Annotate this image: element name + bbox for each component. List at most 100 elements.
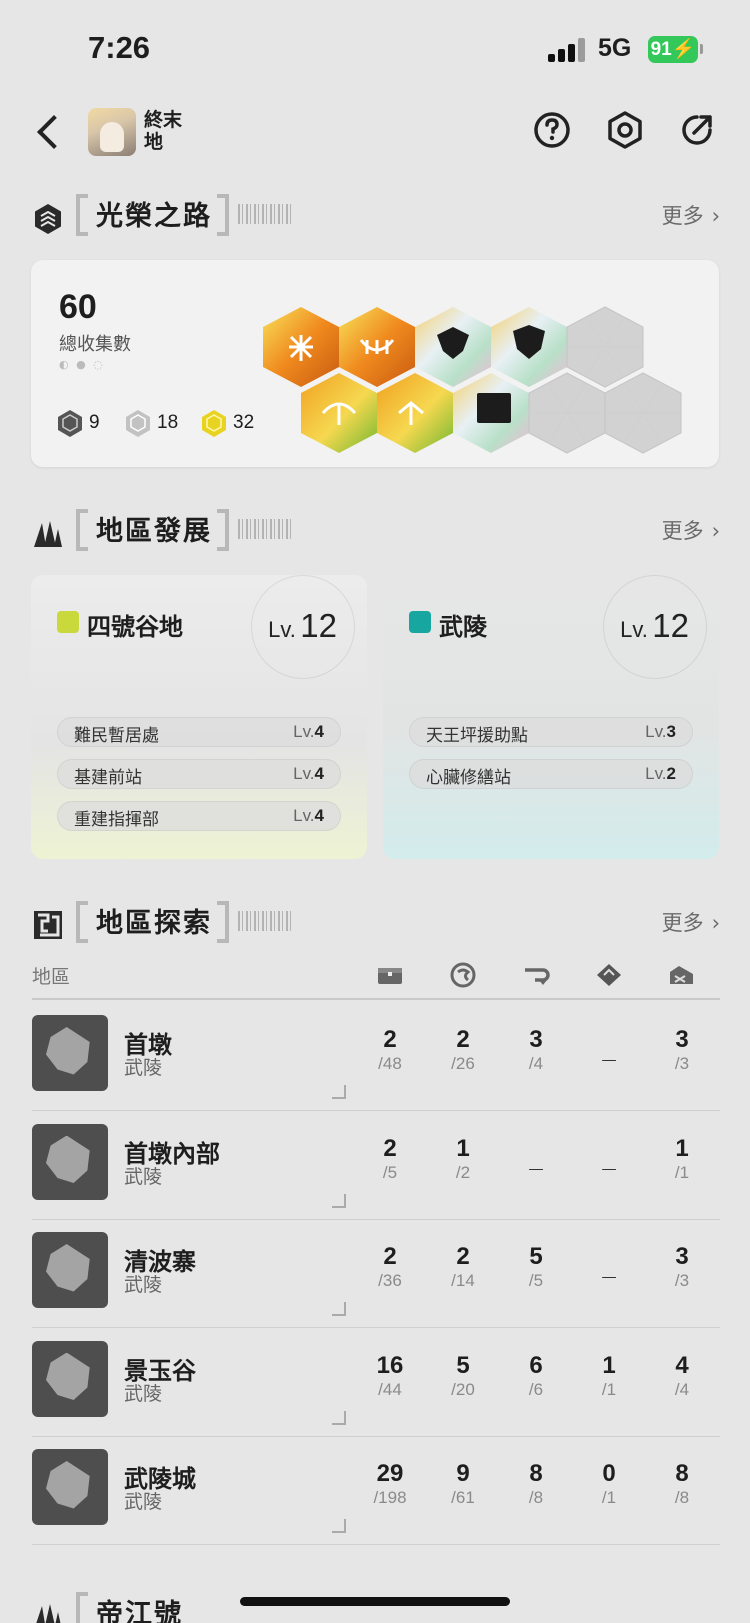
stat-total-value: 3 (679, 1054, 690, 1073)
settings-icon (608, 111, 642, 149)
stat-total: /20 (451, 1379, 475, 1399)
battery-icon: 91⚡ (648, 36, 698, 63)
valley-region-icon (57, 611, 79, 633)
stat-total: /3 (674, 1271, 690, 1290)
region-card-valley4[interactable]: 四號谷地 Lv. 12 難民暫居處 Lv.4 基建前站 Lv.4 重建指揮部 Lv.4 (31, 575, 367, 859)
area-row[interactable]: 清波寨 武陵 2/36 2/14 5/5 _ 3/3 (32, 1220, 720, 1328)
stat-collected: 2 (383, 1134, 397, 1162)
area-row[interactable]: 武陵城 武陵 29/198 9/61 8/8 0/1 8/8 (32, 1437, 720, 1545)
area-region: 武陵 (124, 1057, 163, 1079)
stat-total: /1 (674, 1162, 690, 1182)
glory-card[interactable]: 60 總收集數 ◐ ● ◌ 9 18 32 (31, 260, 719, 467)
area-region: 武陵 (124, 1382, 163, 1405)
facility-level: Lv.2 (645, 764, 676, 784)
settings-button[interactable] (605, 110, 645, 150)
development-more-link[interactable]: 更多 (662, 515, 720, 545)
stat-total: /44 (378, 1379, 402, 1399)
stat-collected: 2 (383, 1026, 397, 1053)
area-row[interactable]: 首墩內部 武陵 2/5 1/2 _ _ 1/1 (32, 1112, 720, 1220)
area-stat: 3/3 (652, 1244, 712, 1292)
stat-empty: _ (602, 1254, 616, 1281)
glory-icon (35, 204, 61, 234)
region-card-wuling[interactable]: 武陵 Lv. 12 天王坪援助點 Lv.3 心臟修繕站 Lv.2 (383, 575, 719, 859)
medal-gold: 32 (201, 408, 254, 438)
help-button[interactable] (532, 110, 572, 150)
area-row[interactable]: 首墩 武陵 2/48 2/26 3/4 _ 3/3 (32, 1003, 720, 1111)
stat-total-value: 26 (455, 1054, 475, 1073)
area-stat: 2/5 (360, 1134, 420, 1184)
area-stat: 4/4 (652, 1352, 712, 1401)
diamond-icon (594, 962, 624, 988)
facility-level-value: 3 (666, 722, 676, 741)
area-stat: 2/26 (433, 1027, 493, 1075)
stat-total: /14 (451, 1271, 475, 1290)
stat-total-value: 4 (679, 1379, 690, 1399)
stat-total: /6 (528, 1379, 544, 1399)
area-stat: 3/4 (506, 1027, 566, 1075)
silver-medal-icon (126, 410, 150, 437)
share-button[interactable] (677, 110, 717, 150)
stat-collected: 2 (456, 1243, 470, 1270)
top-navigation: 終末地 (0, 100, 750, 170)
area-stat: 5/20 (433, 1352, 493, 1401)
region-level-value: 12 (652, 607, 689, 644)
stat-total: /5 (528, 1271, 544, 1290)
stat-total-value: 8 (533, 1488, 544, 1507)
exploration-icon (34, 911, 62, 939)
medal-bronze: 9 (57, 408, 100, 438)
region-name: 武陵 (439, 613, 487, 641)
stat-total: /8 (528, 1488, 544, 1507)
area-stat: 1/1 (652, 1135, 712, 1184)
stat-total: /1 (601, 1488, 617, 1507)
corner-decoration (332, 1519, 346, 1533)
facility-level-label: Lv. (293, 764, 315, 783)
stat-collected: 6 (529, 1351, 543, 1379)
area-stat: _ (506, 1136, 566, 1184)
corner-decoration (332, 1085, 346, 1099)
signal-icon (548, 38, 586, 62)
facility-item[interactable]: 基建前站 Lv.4 (57, 759, 341, 789)
glory-total-label: 總收集數 (59, 334, 131, 355)
stat-total-value: 6 (533, 1379, 544, 1399)
area-stat: 29/198 (360, 1461, 420, 1509)
bronze-medal-icon (58, 410, 82, 437)
facility-level: Lv.4 (293, 722, 324, 742)
coin-icon (448, 962, 478, 988)
glory-more-link[interactable]: 更多 (662, 200, 720, 230)
area-map-thumbnail (32, 1232, 108, 1308)
stat-collected: 3 (675, 1026, 689, 1053)
barcode-decoration (238, 911, 294, 931)
stat-total-value: 1 (606, 1488, 617, 1507)
facility-item[interactable]: 重建指揮部 Lv.4 (57, 801, 341, 831)
development-section-header: 地區發展 更多 (0, 505, 750, 559)
network-type: 5G (598, 34, 632, 62)
stat-total: /4 (674, 1379, 690, 1399)
share-icon (682, 115, 712, 145)
key-icon (521, 962, 551, 988)
stat-collected: 29 (376, 1460, 404, 1487)
stat-total-value: 198 (378, 1488, 407, 1507)
stat-total: /3 (674, 1054, 690, 1073)
gold-count: 32 (233, 412, 255, 433)
exploration-section-header: 地區探索 更多 (0, 897, 750, 951)
stat-empty: _ (602, 1037, 616, 1064)
area-stat: 2/36 (360, 1244, 420, 1292)
area-stat: 1/2 (433, 1135, 493, 1184)
stat-total-value: 14 (455, 1271, 475, 1290)
facility-item[interactable]: 心臟修繕站 Lv.2 (409, 759, 693, 789)
facility-item[interactable]: 難民暫居處 Lv.4 (57, 717, 341, 747)
facility-name: 重建指揮部 (74, 810, 159, 830)
gold-medal-icon (202, 410, 226, 437)
bracket-right (217, 509, 229, 551)
region-level-label: Lv. (268, 617, 296, 642)
back-button[interactable] (30, 110, 70, 156)
bracket-left (76, 194, 88, 236)
facility-level-label: Lv. (293, 722, 315, 741)
area-region: 武陵 (124, 1165, 163, 1188)
facility-item[interactable]: 天王坪援助點 Lv.3 (409, 717, 693, 747)
stat-total-value: 2 (460, 1162, 471, 1182)
bracket-right (217, 194, 229, 236)
area-row[interactable]: 景玉谷 武陵 16/44 5/20 6/6 1/1 4/4 (32, 1329, 720, 1437)
exploration-more-link[interactable]: 更多 (662, 907, 720, 937)
avatar[interactable] (88, 108, 136, 156)
